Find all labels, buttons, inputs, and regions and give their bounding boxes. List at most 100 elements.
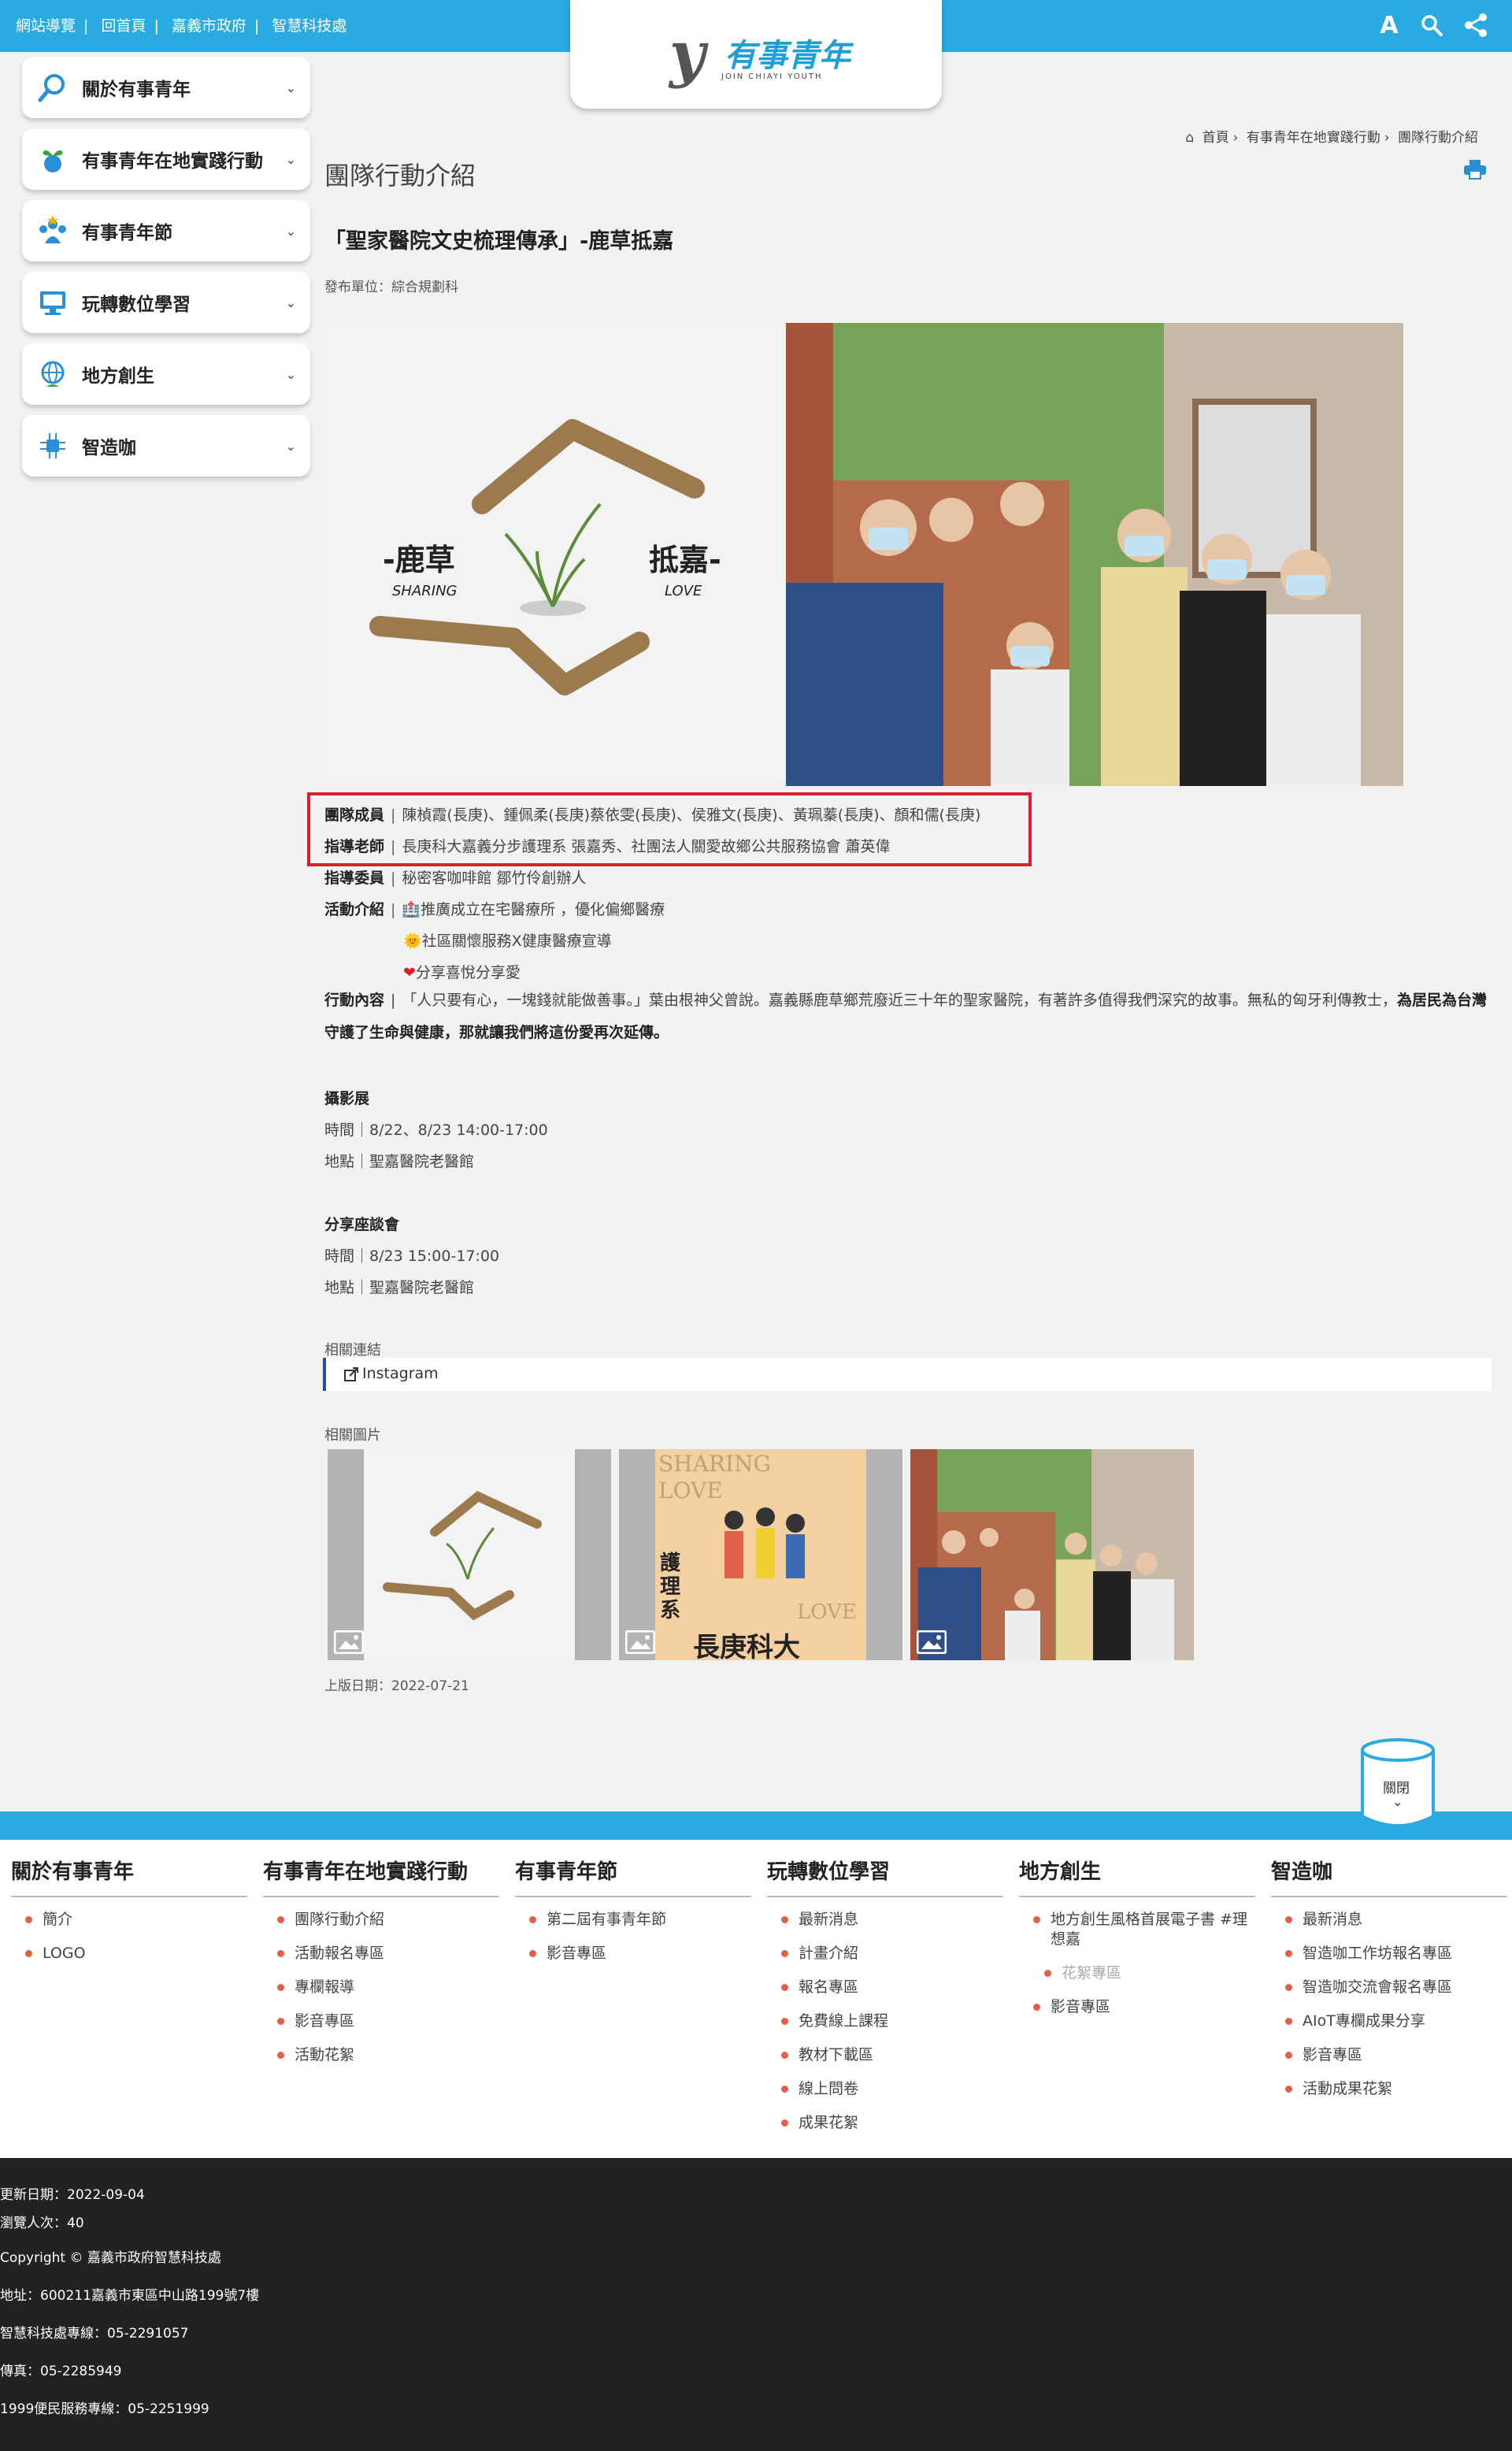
footer-link[interactable]: 影音專區 bbox=[529, 1944, 751, 1963]
footer-col-title[interactable]: 地方創生 bbox=[1019, 1856, 1255, 1897]
breadcrumb-local-action[interactable]: 有事青年在地實踐行動 bbox=[1247, 130, 1380, 146]
search-icon bbox=[1421, 15, 1443, 36]
upload-date: 上版日期：2022-07-21 bbox=[324, 1678, 469, 1694]
link-home[interactable]: 回首頁 bbox=[101, 17, 146, 35]
font-size-button[interactable]: A bbox=[1372, 8, 1406, 43]
sidebar-item-placemaking[interactable]: 地方創生 ⌄ bbox=[22, 343, 310, 405]
sidebar-item-digital-learning[interactable]: 玩轉數位學習 ⌄ bbox=[22, 272, 310, 333]
footer-col-title[interactable]: 有事青年在地實踐行動 bbox=[263, 1856, 499, 1897]
team-photo bbox=[786, 323, 1403, 786]
breadcrumb: ⌂ 首頁 › 有事青年在地實踐行動 › 團隊行動介紹 bbox=[1185, 130, 1478, 146]
site-logo[interactable]: y 有事青年 JOIN CHIAYI YOUTH bbox=[570, 0, 942, 109]
talk-title: 分享座談會 bbox=[324, 1216, 400, 1233]
sun-icon: 🌞 bbox=[403, 933, 422, 950]
home-icon: ⌂ bbox=[1185, 130, 1195, 146]
related-links-label: 相關連結 bbox=[324, 1342, 381, 1359]
footer-col-title[interactable]: 有事青年節 bbox=[515, 1856, 751, 1897]
link-chiayi-gov[interactable]: 嘉義市政府 bbox=[172, 17, 246, 35]
footer-link[interactable]: 線上問卷 bbox=[781, 2079, 1003, 2099]
footer-col-youth-festival: 有事青年節 第二屆有事青年節 影音專區 bbox=[515, 1856, 751, 1978]
update-date: 更新日期：2022-09-04 bbox=[0, 2187, 145, 2203]
image-icon bbox=[334, 1630, 364, 1654]
footer-col-title[interactable]: 玩轉數位學習 bbox=[767, 1856, 1003, 1897]
related-image-3[interactable] bbox=[910, 1449, 1194, 1660]
footer-link[interactable]: 花絮專區 bbox=[1044, 1963, 1255, 1983]
footer-link[interactable]: 地方創生風格首展電子書 #理想嘉 bbox=[1033, 1910, 1255, 1949]
footer-link[interactable]: AIoT專欄成果分享 bbox=[1285, 2012, 1507, 2031]
footer-link[interactable]: 最新消息 bbox=[1285, 1910, 1507, 1930]
activity-item: 推廣成立在宅醫療所 ，優化偏鄉醫療 bbox=[421, 901, 665, 918]
footer-link[interactable]: 智造咖交流會報名專區 bbox=[1285, 1978, 1507, 1997]
content-paragraph: 行動內容 | 「人只要有心，一塊錢就能做善事。」葉由根神父曾說。嘉義縣鹿草鄉荒廢近三… bbox=[324, 992, 1487, 1041]
view-count: 瀏覽人次：40 bbox=[0, 2216, 84, 2231]
sidebar-item-label: 關於有事青年 bbox=[82, 80, 191, 100]
instagram-link[interactable]: Instagram bbox=[323, 1358, 1492, 1391]
image-icon bbox=[917, 1630, 947, 1654]
footer-link[interactable]: 團隊行動介紹 bbox=[277, 1910, 499, 1930]
font-size-icon: A bbox=[1380, 11, 1399, 39]
footer-link[interactable]: 第二屆有事青年節 bbox=[529, 1910, 751, 1930]
image-icon bbox=[625, 1630, 655, 1654]
footer-link[interactable]: 最新消息 bbox=[781, 1910, 1003, 1930]
chevron-down-icon: ⌄ bbox=[285, 223, 296, 239]
footer-link[interactable]: 簡介 bbox=[25, 1910, 247, 1930]
chevron-down-icon: ⌄ bbox=[285, 151, 296, 167]
sidebar-item-about[interactable]: 關於有事青年 ⌄ bbox=[22, 57, 310, 118]
talk-time: 時間｜8/23 15:00-17:00 bbox=[324, 1248, 500, 1265]
monitor-icon bbox=[35, 284, 71, 321]
footer-bar bbox=[0, 1811, 1512, 1840]
footer-link[interactable]: 教材下載區 bbox=[781, 2045, 1003, 2065]
logo-right-en: LOVE bbox=[665, 583, 702, 599]
footer-link[interactable]: 計畫介紹 bbox=[781, 1944, 1003, 1963]
link-smart-tech[interactable]: 智慧科技處 bbox=[272, 17, 346, 35]
footer-col-title[interactable]: 關於有事青年 bbox=[11, 1856, 247, 1897]
heart-icon: ❤ bbox=[403, 964, 416, 981]
print-icon[interactable] bbox=[1463, 159, 1487, 180]
footer-link[interactable]: 報名專區 bbox=[781, 1978, 1003, 1997]
footer-link[interactable]: 活動成果花絮 bbox=[1285, 2079, 1507, 2099]
footer-link[interactable]: 影音專區 bbox=[277, 2012, 499, 2031]
breadcrumb-home[interactable]: 首頁 bbox=[1203, 130, 1229, 146]
link-sitemap[interactable]: 網站導覽 bbox=[16, 17, 76, 35]
related-images-label: 相關圖片 bbox=[324, 1427, 381, 1444]
close-footer-button[interactable]: 關閉 ⌄ bbox=[1361, 1737, 1435, 1829]
footer-link[interactable]: 影音專區 bbox=[1033, 1997, 1255, 2017]
sidebar-item-maker-cafe[interactable]: 智造咖 ⌄ bbox=[22, 415, 310, 476]
search-icon bbox=[35, 69, 71, 106]
footer-link[interactable]: LOGO bbox=[25, 1944, 247, 1963]
footer-link[interactable]: 成果花絮 bbox=[781, 2113, 1003, 2133]
external-link-icon bbox=[344, 1367, 358, 1381]
chevron-down-icon: ⌄ bbox=[1392, 1794, 1403, 1809]
related-image-1[interactable] bbox=[328, 1449, 611, 1660]
top-links: 網站導覽 | 回首頁 | 嘉義市政府 | 智慧科技處 bbox=[16, 17, 347, 35]
breadcrumb-current: 團隊行動介紹 bbox=[1398, 130, 1478, 146]
team-logo-image: -鹿草 SHARING 抵嘉- LOVE bbox=[324, 323, 786, 786]
hospital-icon: 🏥 bbox=[402, 901, 421, 918]
footer-link[interactable]: 影音專區 bbox=[1285, 2045, 1507, 2065]
sidebar-item-label: 有事青年節 bbox=[82, 223, 172, 243]
address: 地址：600211嘉義市東區中山路199號7樓 bbox=[0, 2288, 260, 2304]
sidebar-item-local-action[interactable]: 有事青年在地實踐行動 ⌄ bbox=[22, 128, 310, 190]
footer-col-local-action: 有事青年在地實踐行動 團隊行動介紹 活動報名專區 專欄報導 影音專區 活動花絮 bbox=[263, 1856, 499, 2079]
highlight-box bbox=[307, 792, 1032, 866]
footer-link[interactable]: 免費線上課程 bbox=[781, 2012, 1003, 2031]
sidebar-item-youth-festival[interactable]: 有事青年節 ⌄ bbox=[22, 200, 310, 261]
related-image-2[interactable]: SHARING LOVE LOVE 護理系 長庚科大 bbox=[619, 1449, 902, 1660]
exhibit-title: 攝影展 bbox=[324, 1090, 370, 1107]
footer-col-title[interactable]: 智造咖 bbox=[1271, 1856, 1507, 1897]
footer-link[interactable]: 活動花絮 bbox=[277, 2045, 499, 2065]
search-button[interactable] bbox=[1414, 8, 1449, 43]
people-icon bbox=[35, 213, 71, 249]
footer-col-digital-learning: 玩轉數位學習 最新消息 計畫介紹 報名專區 免費線上課程 教材下載區 線上問卷 … bbox=[767, 1856, 1003, 2147]
footer-link[interactable]: 智造咖工作坊報名專區 bbox=[1285, 1944, 1507, 1963]
activity-item-2: 🌞社區關懷服務X健康醫療宣導 bbox=[403, 933, 612, 950]
logo-subtitle: JOIN CHIAYI YOUTH bbox=[721, 72, 823, 81]
share-button[interactable] bbox=[1458, 8, 1493, 43]
hero-image: -鹿草 SHARING 抵嘉- LOVE bbox=[324, 323, 1403, 786]
footer-link[interactable]: 活動報名專區 bbox=[277, 1944, 499, 1963]
share-icon bbox=[1465, 13, 1487, 37]
sidebar-item-label: 玩轉數位學習 bbox=[82, 295, 191, 315]
committee-text: 秘密客咖啡館 鄒竹伶創辦人 bbox=[402, 870, 587, 887]
logo-mark: y bbox=[669, 18, 706, 90]
footer-link[interactable]: 專欄報導 bbox=[277, 1978, 499, 1997]
